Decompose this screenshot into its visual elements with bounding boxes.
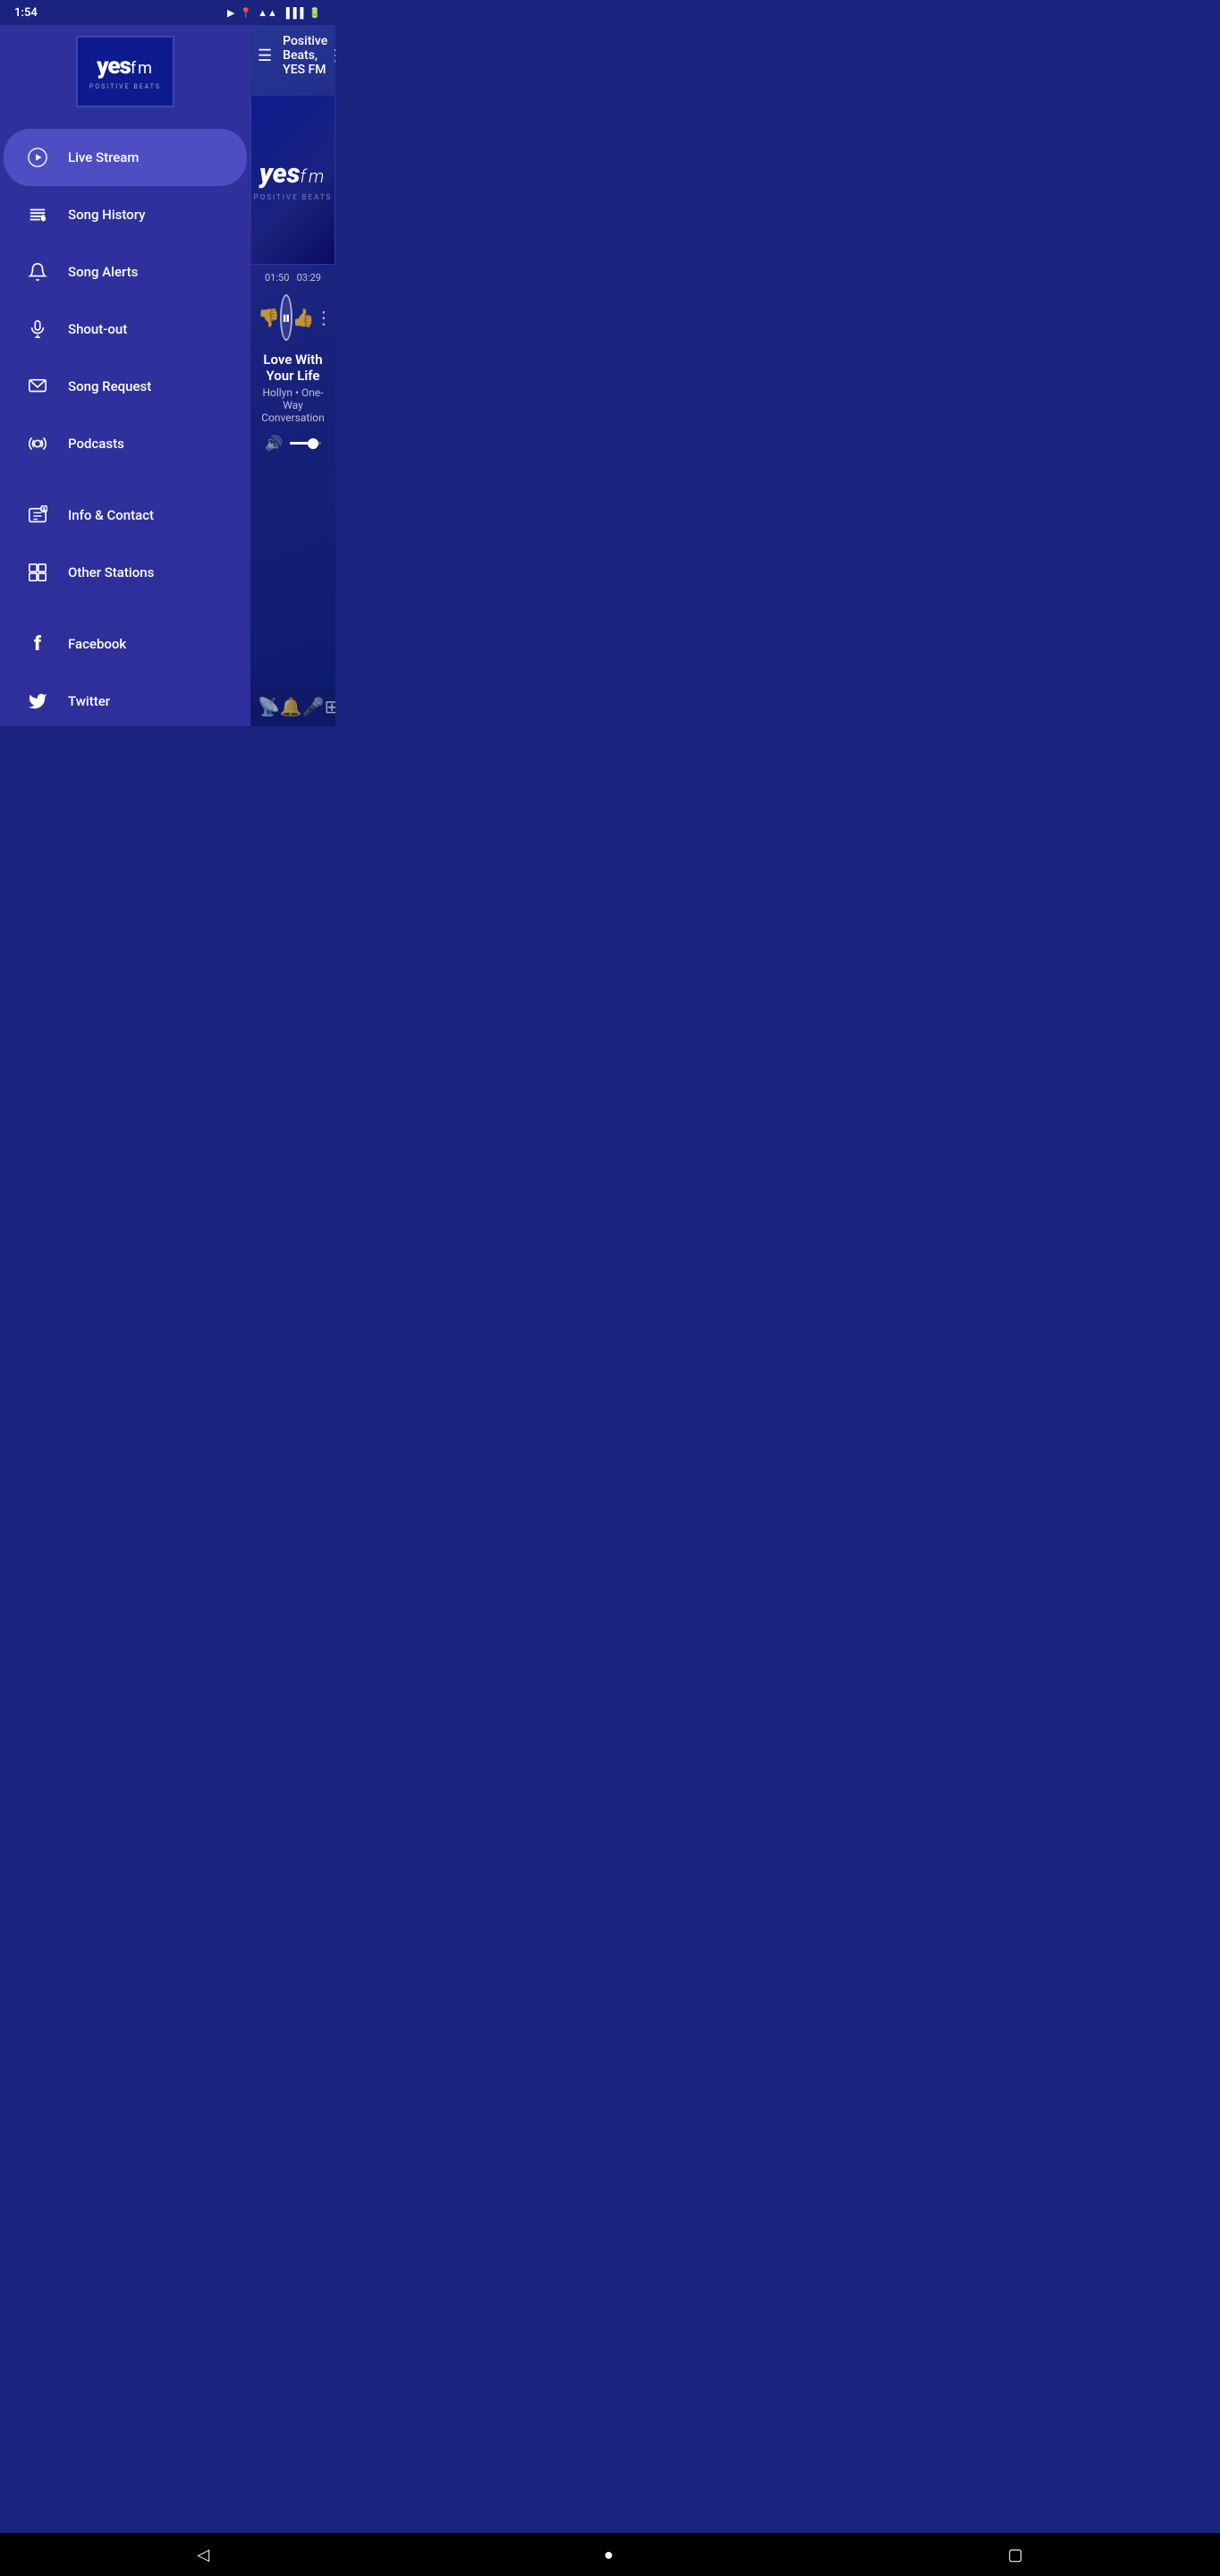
mic-icon [21, 313, 54, 345]
menu-item-live-stream[interactable]: Live Stream [4, 129, 247, 186]
hamburger-icon[interactable]: ☰ [258, 47, 272, 65]
volume-icon[interactable]: 🔊 [265, 435, 283, 452]
time-total: 03:29 [297, 272, 321, 284]
grid-icon [21, 556, 54, 589]
album-logo-sub: POSITIVE BEATS [254, 193, 333, 201]
overflow-icon[interactable]: ⋮ [327, 47, 335, 65]
list-icon [21, 199, 54, 231]
logo-text: yesfm [97, 53, 154, 80]
album-logo-yes: yesfm [259, 158, 326, 190]
info-icon [21, 499, 54, 531]
battery-icon: 🔋 [309, 7, 321, 19]
menu-item-facebook[interactable]: f Facebook [4, 615, 247, 673]
menu-item-shout-out[interactable]: Shout-out [4, 301, 247, 358]
menu-item-song-request[interactable]: Song Request [4, 358, 247, 415]
menu-item-podcasts[interactable]: Podcasts [4, 415, 247, 472]
facebook-label: Facebook [68, 636, 126, 652]
bottom-nav: 📡 🔔 🎤 ⊞ [250, 687, 335, 726]
other-stations-label: Other Stations [68, 564, 154, 580]
pause-button[interactable]: ⏸ [280, 294, 292, 341]
menu-item-song-alerts[interactable]: Song Alerts [4, 243, 247, 301]
mic-nav-icon[interactable]: 🎤 [302, 696, 325, 717]
info-contact-label: Info & Contact [68, 507, 154, 523]
logo-subtext: POSITIVE BEATS [89, 83, 161, 90]
time-row: 01:50 03:29 [250, 265, 335, 291]
track-title: Love With Your Life [261, 352, 325, 384]
track-artist: Hollyn • One-Way Conversation [261, 386, 325, 424]
location-icon: 📍 [240, 7, 252, 19]
podcast-nav-icon[interactable]: 📡 [258, 696, 280, 717]
station-logo: yesfm POSITIVE BEATS [76, 36, 174, 107]
player-controls: 👎 ⏸ 👍 ⋮ [250, 291, 335, 344]
home-button[interactable]: ● [604, 2546, 614, 2564]
play-status-icon: ▶ [227, 7, 234, 19]
live-stream-label: Live Stream [68, 149, 139, 165]
back-button[interactable]: ◁ [197, 2546, 209, 2564]
thumbup-icon[interactable]: 👍 [292, 307, 315, 328]
time-elapsed: 01:50 [265, 272, 289, 284]
app-title: Positive Beats, YES FM [283, 34, 327, 77]
top-bar: ☰ Positive Beats, YES FM ⋮ [250, 25, 335, 86]
twitter-label: Twitter [68, 693, 110, 709]
album-art-container: yesfm POSITIVE BEATS [250, 95, 335, 265]
shout-out-label: Shout-out [68, 321, 127, 337]
message-icon [21, 370, 54, 402]
menu-item-info-contact[interactable]: Info & Contact [4, 487, 247, 544]
recents-button[interactable]: ▢ [1008, 2546, 1023, 2564]
album-art: yesfm POSITIVE BEATS [250, 95, 335, 265]
thumbdown-icon[interactable]: 👎 [258, 307, 280, 328]
volume-thumb [308, 438, 318, 449]
wifi-icon: ▲▲ [258, 7, 277, 19]
now-playing: Love With Your Life Hollyn • One-Way Con… [250, 344, 335, 431]
signal-icon: ▐▐▐ [283, 7, 303, 19]
podcast-icon [21, 428, 54, 460]
menu-item-other-stations[interactable]: Other Stations [4, 544, 247, 601]
menu-item-twitter[interactable]: Twitter [4, 673, 247, 726]
play-icon [21, 141, 54, 174]
bell-icon [21, 256, 54, 288]
song-history-label: Song History [68, 207, 145, 223]
song-alerts-label: Song Alerts [68, 264, 138, 280]
twitter-icon [21, 685, 54, 717]
system-nav-bar: ◁ ● ▢ [0, 2533, 1220, 2576]
more-icon[interactable]: ⋮ [315, 307, 333, 328]
grid-nav-icon[interactable]: ⊞ [325, 696, 335, 717]
podcasts-label: Podcasts [68, 436, 124, 452]
menu-item-song-history[interactable]: Song History [4, 186, 247, 243]
bell-nav-icon[interactable]: 🔔 [280, 696, 302, 717]
volume-bar[interactable] [290, 442, 321, 445]
volume-row: 🔊 [250, 431, 335, 455]
facebook-icon: f [21, 628, 54, 660]
navigation-drawer: yesfm POSITIVE BEATS Live Stream [0, 0, 250, 726]
status-time: 1:54 [14, 6, 38, 20]
song-request-label: Song Request [68, 378, 151, 394]
